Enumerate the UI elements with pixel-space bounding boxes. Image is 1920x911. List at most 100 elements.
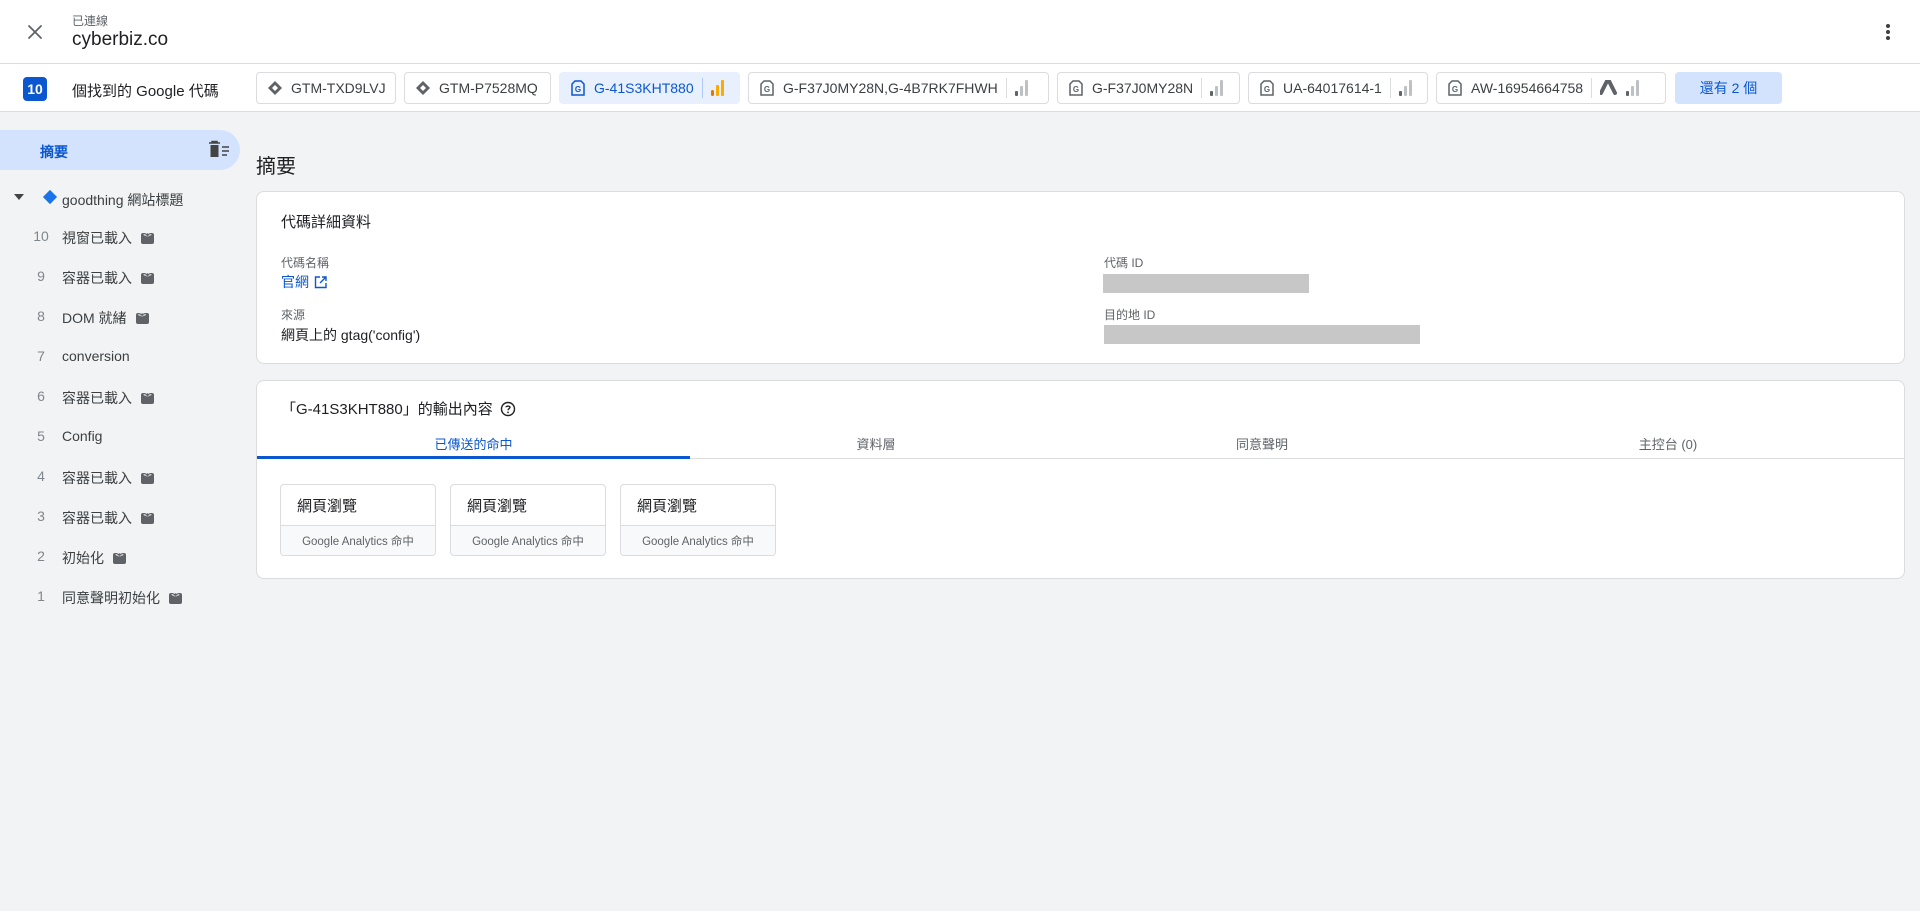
event-item-9[interactable]: 9 容器已載入 <box>0 262 240 290</box>
event-number: 8 <box>37 308 45 324</box>
help-icon[interactable] <box>500 401 516 417</box>
caret-down-icon[interactable] <box>14 194 24 200</box>
tag-chip-gtm-txd9lvj[interactable]: GTM-TXD9LVJ <box>256 72 396 104</box>
tab-console[interactable]: 主控台 (0) <box>1462 427 1874 459</box>
hit-title: 網頁瀏覽 <box>297 498 358 515</box>
svg-text:G: G <box>1452 85 1458 94</box>
google-tag-icon: G <box>1446 79 1464 97</box>
gtm-diamond-icon <box>266 79 284 97</box>
tag-chip-label: G-41S3KHT880 <box>594 80 694 96</box>
chip-separator <box>1389 78 1391 98</box>
event-item-8[interactable]: 8 DOM 就緒 <box>0 302 240 330</box>
event-name: 容器已載入 <box>62 468 154 488</box>
event-item-6[interactable]: 6 容器已載入 <box>0 382 240 410</box>
tab-hits-sent[interactable]: 已傳送的命中 <box>257 427 690 459</box>
hit-card[interactable]: 網頁瀏覽 Google Analytics 命中 <box>450 484 606 556</box>
event-number: 1 <box>37 588 45 604</box>
tag-chip-aw-16954664758[interactable]: G AW-16954664758 <box>1436 72 1666 104</box>
container-row-goodthing[interactable]: goodthing 網站標題 <box>0 184 240 212</box>
svg-text:G: G <box>1264 85 1270 94</box>
tag-details-heading: 代碼詳細資料 <box>281 214 372 231</box>
chip-separator <box>1005 78 1007 98</box>
signal-bars-icon <box>1398 80 1412 96</box>
event-item-4[interactable]: 4 容器已載入 <box>0 462 240 490</box>
hit-title: 網頁瀏覽 <box>637 498 698 515</box>
clear-messages-icon[interactable] <box>208 140 230 160</box>
analytics-bars-icon <box>710 80 724 96</box>
tag-chip-g-f37j0my28n[interactable]: G G-F37J0MY28N <box>1057 72 1240 104</box>
event-name: 容器已載入 <box>62 508 154 528</box>
open-in-new-icon <box>314 275 327 288</box>
google-tag-icon: G <box>758 79 776 97</box>
event-name: Config <box>62 428 103 444</box>
tag-chip-label: UA-64017614-1 <box>1283 80 1382 96</box>
event-name: 容器已載入 <box>62 388 154 408</box>
tag-chip-label: GTM-P7528MQ <box>439 80 538 96</box>
event-item-5[interactable]: 5 Config <box>0 422 240 450</box>
code-icon <box>113 551 126 564</box>
google-tag-icon: G <box>1258 79 1276 97</box>
hit-subtitle: Google Analytics 命中 <box>621 525 775 555</box>
more-tags-button[interactable]: 還有 2 個 <box>1675 72 1782 104</box>
chip-separator <box>701 78 703 98</box>
chip-separator <box>1201 78 1203 98</box>
event-number: 7 <box>37 348 45 364</box>
output-tabs: 已傳送的命中 資料層 同意聲明 主控台 (0) <box>257 427 1904 459</box>
sidebar-item-summary[interactable]: 摘要 <box>0 130 240 170</box>
tag-chip-ua-64017614-1[interactable]: G UA-64017614-1 <box>1248 72 1428 104</box>
event-item-7[interactable]: 7 conversion <box>0 342 240 370</box>
code-icon <box>141 231 154 244</box>
tag-output-card: 「G-41S3KHT880」的輸出內容 已傳送的命中 資料層 同意聲明 主控台 … <box>256 380 1905 579</box>
tag-chip-g-41s3kht880[interactable]: G G-41S3KHT880 <box>559 72 740 104</box>
tag-chip-g-f37j0my28n-g-4b7rk7fhwh[interactable]: G G-F37J0MY28N,G-4B7RK7FHWH <box>748 72 1049 104</box>
destination-id-label: 目的地 ID <box>1104 308 1156 322</box>
hit-card[interactable]: 網頁瀏覽 Google Analytics 命中 <box>280 484 436 556</box>
event-item-10[interactable]: 10 視窗已載入 <box>0 222 240 250</box>
tab-consent[interactable]: 同意聲明 <box>1062 427 1462 459</box>
event-item-2[interactable]: 2 初始化 <box>0 542 240 570</box>
more-options-button[interactable] <box>1876 20 1900 44</box>
hit-subtitle: Google Analytics 命中 <box>281 525 435 555</box>
tag-id-redacted <box>1103 274 1309 293</box>
event-item-3[interactable]: 3 容器已載入 <box>0 502 240 530</box>
top-header: 已連線 cyberbiz.co <box>0 0 1920 64</box>
tag-chip-label: G-F37J0MY28N <box>1092 80 1194 96</box>
tag-details-card: 代碼詳細資料 代碼名稱 官網 來源 網頁上的 gtag('config') 代碼… <box>256 191 1905 364</box>
signal-bars-icon <box>1210 80 1224 96</box>
tag-id-label: 代碼 ID <box>1104 256 1144 270</box>
code-icon <box>169 591 182 604</box>
event-item-1[interactable]: 1 同意聲明初始化 <box>0 582 240 610</box>
event-number: 2 <box>37 548 45 564</box>
more-vert-icon <box>1886 24 1890 40</box>
tab-data-layer[interactable]: 資料層 <box>690 427 1062 459</box>
event-number: 10 <box>33 228 49 244</box>
tag-chip-label: AW-16954664758 <box>1471 80 1584 96</box>
tag-chip-gtm-p7528mq[interactable]: GTM-P7528MQ <box>404 72 551 104</box>
container-label: goodthing 網站標題 <box>62 192 184 208</box>
code-icon <box>141 271 154 284</box>
event-number: 6 <box>37 388 45 404</box>
svg-text:G: G <box>1073 85 1079 94</box>
signal-bars-icon <box>1014 80 1028 96</box>
event-name: DOM 就緒 <box>62 308 149 328</box>
tag-name-link[interactable]: 官網 <box>281 272 327 292</box>
code-icon <box>135 311 149 324</box>
code-icon <box>141 391 154 404</box>
chip-separator <box>1591 78 1593 98</box>
close-button[interactable] <box>22 19 48 45</box>
event-name: 初始化 <box>62 548 126 568</box>
svg-text:G: G <box>575 85 581 94</box>
destination-id-redacted <box>1104 325 1420 344</box>
event-name: conversion <box>62 348 130 364</box>
connection-status: 已連線 <box>72 14 109 28</box>
page-title: 摘要 <box>256 156 296 178</box>
tag-chip-label: GTM-TXD9LVJ <box>291 80 386 96</box>
event-number: 5 <box>37 428 45 444</box>
hit-title: 網頁瀏覽 <box>467 498 528 515</box>
hit-subtitle: Google Analytics 命中 <box>451 525 605 555</box>
code-icon <box>141 471 154 484</box>
hit-card[interactable]: 網頁瀏覽 Google Analytics 命中 <box>620 484 776 556</box>
source-value: 網頁上的 gtag('config') <box>281 327 421 343</box>
event-number: 4 <box>37 468 45 484</box>
connected-domain: cyberbiz.co <box>72 29 169 50</box>
